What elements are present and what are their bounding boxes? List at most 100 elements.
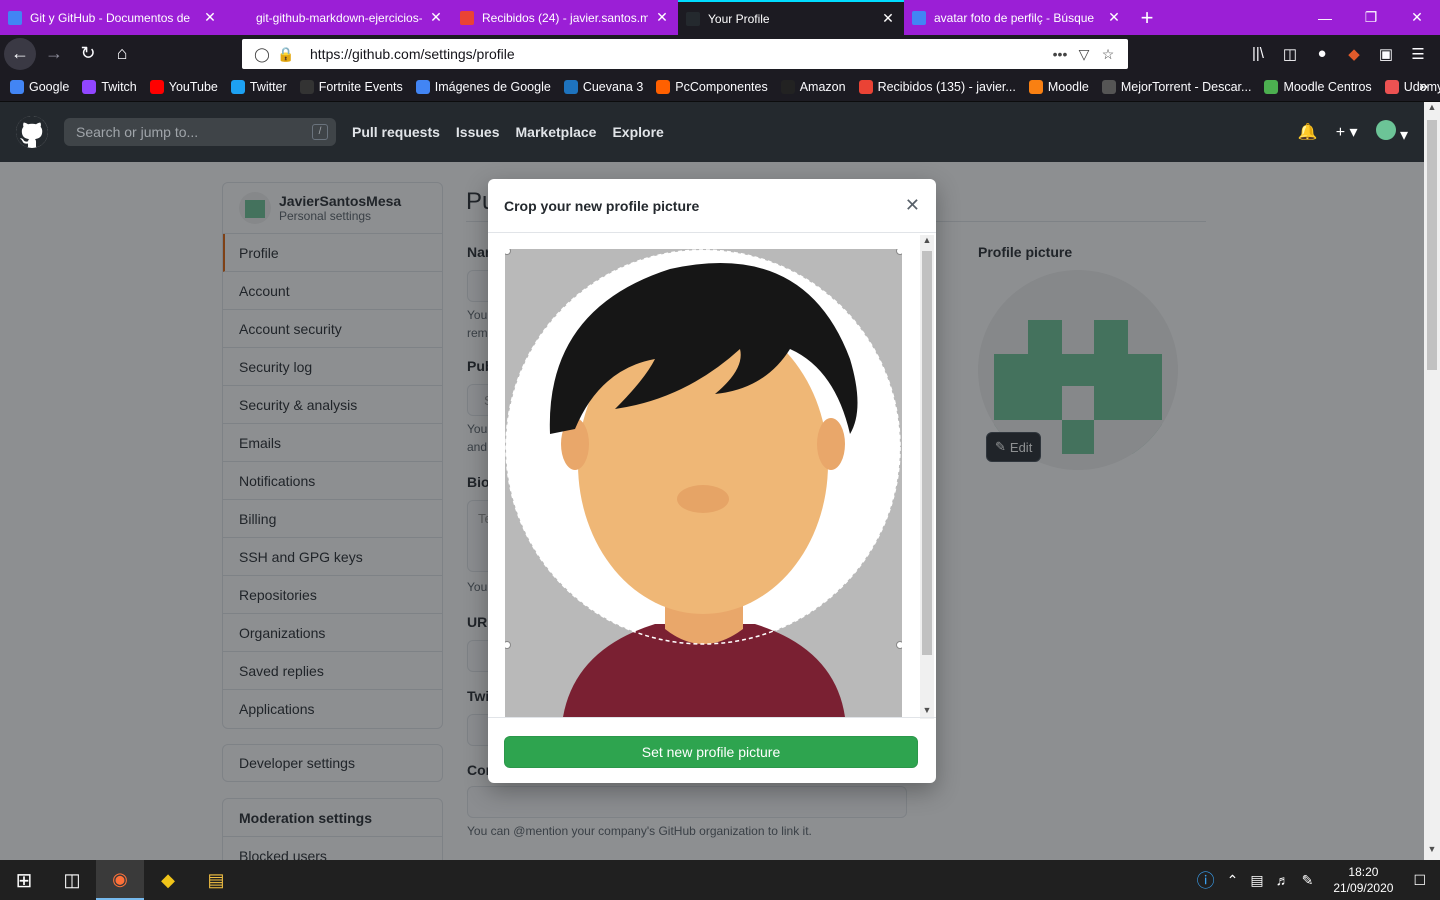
tab-title: avatar foto de perfilç - Búsque [934, 10, 1095, 25]
avatar-dropdown[interactable]: ▾ [1375, 119, 1408, 145]
scroll-down-icon[interactable]: ▼ [1424, 844, 1440, 860]
pen-icon[interactable]: ✎ [1302, 872, 1314, 889]
git-icon[interactable]: ◆ [144, 860, 192, 900]
reload-icon[interactable]: ↻ [72, 38, 104, 70]
menu-icon[interactable]: ☰ [1402, 45, 1434, 63]
system-tray: ⓘ ⌃ ▤ ♬ ✎ 18:20 21/09/2020 ☐ [1191, 860, 1440, 900]
browser-tab[interactable]: Your Profile ✕ [678, 0, 904, 35]
firefox-icon[interactable]: ◉ [96, 860, 144, 900]
bookmark-item[interactable]: Twitch [82, 79, 137, 94]
bookmark-label: Google [29, 79, 70, 94]
bookmark-label: Moodle [1047, 79, 1089, 94]
chevron-up-icon[interactable]: ⌃ [1227, 872, 1239, 889]
close-tab-icon[interactable]: ✕ [880, 10, 896, 27]
bookmark-favicon-icon [1028, 79, 1043, 94]
windows-taskbar: ⊞ ◫ ◉ ◆ ▤ ⓘ ⌃ ▤ ♬ ✎ 18:20 21/09/2020 ☐ [0, 860, 1440, 900]
close-tab-icon[interactable]: ✕ [428, 9, 444, 26]
more-icon[interactable]: ••• [1048, 46, 1072, 62]
help-icon[interactable]: ⓘ [1197, 867, 1215, 893]
avatar [1375, 119, 1396, 140]
bookmark-favicon-icon [10, 79, 24, 94]
url-text[interactable]: https://github.com/settings/profile [310, 46, 1048, 62]
bell-icon[interactable]: 🔔 [1298, 122, 1318, 142]
avatar-crop-image [505, 249, 902, 717]
bookmark-item[interactable]: Twitter [230, 79, 287, 94]
bookmark-item[interactable]: MejorTorrent - Descar... [1101, 79, 1251, 94]
tab-favicon-icon [8, 10, 22, 25]
github-header-right: 🔔 + ▾ ▾ [1280, 102, 1408, 162]
windows-start-icon[interactable]: ⊞ [0, 860, 48, 900]
bookmark-item[interactable]: Imágenes de Google [415, 79, 551, 94]
new-tab-button[interactable]: + [1130, 0, 1164, 35]
more-bookmarks-icon[interactable]: » [1419, 78, 1428, 96]
search-input[interactable]: Search or jump to... / [64, 118, 336, 146]
crop-area[interactable] [505, 249, 902, 717]
file-explorer-icon[interactable]: ▤ [192, 860, 240, 900]
crop-modal: Crop your new profile picture ✕ ▲ ▼ Set … [488, 179, 936, 783]
nav-explore[interactable]: Explore [612, 124, 663, 140]
close-tab-icon[interactable]: ✕ [654, 9, 670, 26]
close-window-icon[interactable]: ✕ [1394, 0, 1440, 35]
bookmark-item[interactable]: Amazon [780, 79, 846, 94]
network-icon[interactable]: ▤ [1250, 872, 1263, 889]
account-icon[interactable]: ● [1306, 45, 1338, 62]
page-scrollbar[interactable]: ▲ ▼ [1424, 102, 1440, 860]
scrollbar-thumb[interactable] [1427, 120, 1437, 370]
bookmark-item[interactable]: Google [10, 79, 70, 94]
clock[interactable]: 18:20 21/09/2020 [1333, 864, 1393, 896]
bookmark-label: Recibidos (135) - javier... [877, 79, 1016, 94]
home-icon[interactable]: ⌂ [106, 38, 138, 70]
bookmark-item[interactable]: YouTube [149, 79, 218, 94]
nav-pull-requests[interactable]: Pull requests [352, 124, 440, 140]
bookmark-item[interactable]: Recibidos (135) - javier... [858, 79, 1016, 94]
lock-icon[interactable]: 🔒 [274, 46, 298, 63]
scroll-up-icon[interactable]: ▲ [1424, 102, 1440, 118]
task-view-icon[interactable]: ◫ [48, 860, 96, 900]
close-tab-icon[interactable]: ✕ [1106, 9, 1122, 26]
browser-tab[interactable]: git-github-markdown-ejercicios-0 ✕ [226, 0, 452, 35]
github-logo-icon[interactable] [16, 116, 48, 148]
tab-title: Recibidos (24) - javier.santos.m [482, 10, 648, 25]
bookmark-favicon-icon [858, 79, 873, 94]
volume-icon[interactable]: ♬ [1276, 872, 1290, 888]
scrollbar-thumb[interactable] [922, 251, 932, 655]
sidebar-icon[interactable]: ◫ [1274, 45, 1306, 63]
modal-scrollbar[interactable]: ▲ ▼ [920, 235, 934, 719]
pocket-icon[interactable]: ▽ [1072, 46, 1096, 63]
close-tab-icon[interactable]: ✕ [202, 9, 218, 26]
address-bar[interactable]: ◯ 🔒 https://github.com/settings/profile … [242, 39, 1128, 69]
nav-marketplace[interactable]: Marketplace [516, 124, 597, 140]
back-icon[interactable]: ← [4, 37, 36, 70]
bookmark-star-icon[interactable]: ☆ [1096, 46, 1120, 63]
close-icon[interactable]: ✕ [905, 195, 920, 216]
browser-tab[interactable]: avatar foto de perfilç - Búsque ✕ [904, 0, 1130, 35]
bookmark-favicon-icon [415, 79, 430, 94]
notifications-icon[interactable]: ☐ [1413, 872, 1426, 889]
browser-tab[interactable]: Recibidos (24) - javier.santos.m ✕ [452, 0, 678, 35]
restore-icon[interactable]: ❐ [1348, 0, 1394, 35]
scroll-up-icon[interactable]: ▲ [920, 235, 934, 249]
forward-icon[interactable]: → [38, 38, 70, 70]
bookmark-item[interactable]: Moodle Centros [1264, 79, 1372, 94]
bookmark-item[interactable]: Udemy [1384, 79, 1440, 94]
minimize-icon[interactable]: — [1302, 0, 1348, 35]
library-icon[interactable]: ||\ [1242, 45, 1274, 62]
browser-tab[interactable]: Git y GitHub - Documentos de ✕ [0, 0, 226, 35]
bookmark-label: YouTube [168, 79, 218, 94]
browser-tab-bar: Git y GitHub - Documentos de ✕ git-github-… [0, 0, 1440, 35]
toolbar-right: ||\ ◫ ● ◆ ▣ ☰ [1242, 35, 1434, 72]
plus-dropdown-icon[interactable]: + ▾ [1336, 122, 1358, 142]
bookmark-item[interactable]: Fortnite Events [299, 79, 403, 94]
clock-date: 21/09/2020 [1333, 881, 1394, 895]
shield-icon[interactable]: ◯ [250, 46, 274, 63]
bookmark-item[interactable]: PcComponentes [656, 79, 768, 94]
nav-issues[interactable]: Issues [456, 124, 500, 140]
bookmark-item[interactable]: Moodle [1028, 79, 1089, 94]
tab-favicon-icon [460, 10, 474, 25]
bookmark-item[interactable]: Cuevana 3 [563, 79, 643, 94]
modal-footer: Set new profile picture [488, 717, 936, 783]
extension-icon[interactable]: ◆ [1338, 45, 1370, 63]
screenshot-icon[interactable]: ▣ [1370, 45, 1402, 63]
bookmark-favicon-icon [230, 79, 245, 94]
set-profile-picture-button[interactable]: Set new profile picture [504, 736, 918, 768]
